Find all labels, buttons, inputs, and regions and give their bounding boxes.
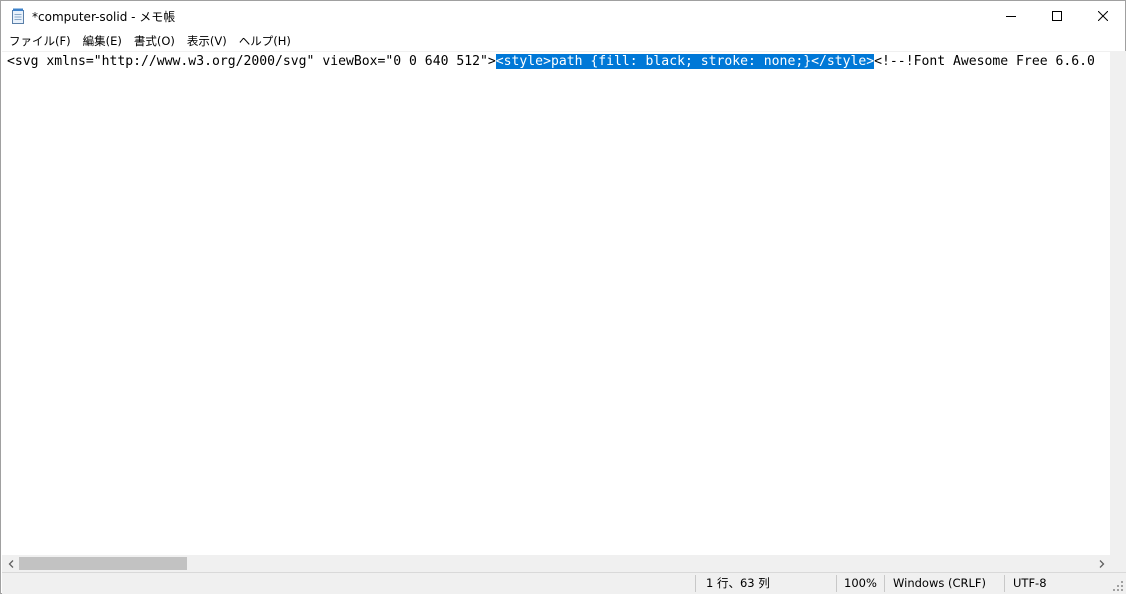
menu-help[interactable]: ヘルプ(H) xyxy=(233,31,297,51)
menu-edit[interactable]: 編集(E) xyxy=(77,31,128,51)
scroll-right-button[interactable] xyxy=(1093,555,1110,572)
status-divider xyxy=(695,575,696,592)
menu-format[interactable]: 書式(O) xyxy=(128,31,181,51)
text-editor[interactable]: <svg xmlns="http://www.w3.org/2000/svg" … xyxy=(2,51,1110,556)
scroll-thumb[interactable] xyxy=(19,557,187,570)
vertical-scrollbar[interactable] xyxy=(1110,51,1126,555)
notepad-icon[interactable] xyxy=(11,8,25,24)
status-line-ending: Windows (CRLF) xyxy=(893,576,987,590)
minimize-icon xyxy=(1006,16,1016,17)
status-bar: 1 行、63 列 100% Windows (CRLF) UTF-8 xyxy=(2,572,1126,594)
notepad-window: *computer-solid - メモ帳 ファイル(F) 編集(E) 書式(O… xyxy=(0,0,1126,594)
window-title: *computer-solid - メモ帳 xyxy=(32,10,176,24)
text-before-selection[interactable]: <svg xmlns="http://www.w3.org/2000/svg" … xyxy=(7,54,496,69)
close-button[interactable] xyxy=(1080,1,1126,31)
maximize-button[interactable] xyxy=(1034,1,1080,31)
status-divider xyxy=(1004,575,1005,592)
scroll-left-button[interactable] xyxy=(2,555,19,572)
text-line[interactable]: <svg xmlns="http://www.w3.org/2000/svg" … xyxy=(7,53,1095,71)
status-divider xyxy=(836,575,837,592)
menu-bar: ファイル(F) 編集(E) 書式(O) 表示(V) ヘルプ(H) xyxy=(1,31,1125,51)
status-divider xyxy=(884,575,885,592)
horizontal-scrollbar[interactable] xyxy=(2,555,1110,572)
status-cursor-position: 1 行、63 列 xyxy=(706,576,770,590)
scrollbar-corner xyxy=(1110,555,1126,572)
resize-grip-icon[interactable] xyxy=(1112,580,1124,592)
maximize-icon xyxy=(1052,11,1062,21)
title-bar[interactable]: *computer-solid - メモ帳 xyxy=(1,1,1125,31)
menu-file[interactable]: ファイル(F) xyxy=(3,31,77,51)
status-zoom: 100% xyxy=(844,576,877,590)
close-icon xyxy=(1098,11,1108,21)
text-selection[interactable]: <style>path {fill: black; stroke: none;}… xyxy=(495,54,875,69)
text-after-selection[interactable]: <!--!Font Awesome Free 6.6.0 xyxy=(874,54,1095,69)
menu-view[interactable]: 表示(V) xyxy=(181,31,233,51)
chevron-right-icon xyxy=(1099,559,1104,568)
status-encoding: UTF-8 xyxy=(1013,576,1047,590)
chevron-left-icon xyxy=(8,559,13,568)
minimize-button[interactable] xyxy=(988,1,1034,31)
